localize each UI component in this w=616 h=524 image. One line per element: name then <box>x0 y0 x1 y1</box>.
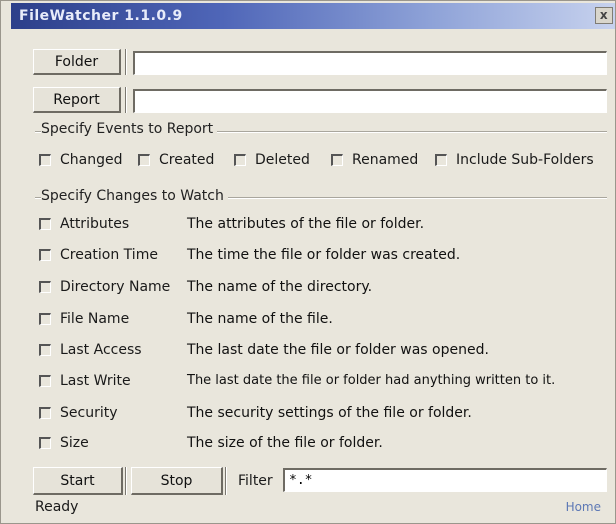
change-description: The time the file or folder was created. <box>187 247 461 263</box>
checkbox-box[interactable] <box>39 249 51 261</box>
app-window: FileWatcher 1.1.0.9 x Folder Report Spec… <box>0 0 616 524</box>
change-label: Last Write <box>60 373 131 389</box>
event-checkbox-include-subfolders[interactable]: Include Sub-Folders <box>435 152 594 168</box>
checkbox-box[interactable] <box>39 154 51 166</box>
title-bar: FileWatcher 1.1.0.9 x <box>11 3 615 29</box>
status-text: Ready <box>35 499 79 515</box>
change-label: Creation Time <box>60 247 158 263</box>
event-checkbox-renamed[interactable]: Renamed <box>331 152 418 168</box>
start-button[interactable]: Start <box>33 467 123 495</box>
change-checkbox-security[interactable]: Security <box>39 405 118 421</box>
change-label: Last Access <box>60 342 142 358</box>
event-label: Include Sub-Folders <box>456 152 594 168</box>
change-description: The name of the file. <box>187 311 333 327</box>
folder-button[interactable]: Folder <box>33 49 121 75</box>
event-label: Changed <box>60 152 123 168</box>
event-checkbox-deleted[interactable]: Deleted <box>234 152 310 168</box>
close-icon[interactable]: x <box>595 7 613 24</box>
checkbox-box[interactable] <box>39 407 51 419</box>
filter-input[interactable] <box>283 468 607 492</box>
stop-separator <box>225 467 227 495</box>
change-label: Security <box>60 405 118 421</box>
change-label: Directory Name <box>60 279 171 295</box>
change-description: The name of the directory. <box>187 279 373 295</box>
checkbox-box[interactable] <box>435 154 447 166</box>
checkbox-box[interactable] <box>39 375 51 387</box>
checkbox-box[interactable] <box>138 154 150 166</box>
change-label: File Name <box>60 311 130 327</box>
event-checkbox-created[interactable]: Created <box>138 152 214 168</box>
stop-button[interactable]: Stop <box>131 467 223 495</box>
checkbox-box[interactable] <box>39 281 51 293</box>
checkbox-box[interactable] <box>331 154 343 166</box>
events-group-label: Specify Events to Report <box>41 121 218 137</box>
change-label: Attributes <box>60 216 130 232</box>
folder-path-input[interactable] <box>133 51 607 75</box>
event-label: Renamed <box>352 152 419 168</box>
checkbox-box[interactable] <box>39 218 51 230</box>
home-link[interactable]: Home <box>566 500 601 514</box>
folder-separator <box>125 49 127 75</box>
change-checkbox-directory-name[interactable]: Directory Name <box>39 279 170 295</box>
event-label: Deleted <box>255 152 310 168</box>
change-checkbox-last-write[interactable]: Last Write <box>39 373 131 389</box>
change-label: Size <box>60 435 89 451</box>
report-button[interactable]: Report <box>33 87 121 113</box>
checkbox-box[interactable] <box>39 313 51 325</box>
change-checkbox-attributes[interactable]: Attributes <box>39 216 129 232</box>
checkbox-box[interactable] <box>234 154 246 166</box>
change-description: The last date the file or folder was ope… <box>187 342 489 358</box>
change-checkbox-last-access[interactable]: Last Access <box>39 342 142 358</box>
report-path-input[interactable] <box>133 89 607 113</box>
start-separator <box>125 467 127 495</box>
change-checkbox-file-name[interactable]: File Name <box>39 311 129 327</box>
checkbox-box[interactable] <box>39 437 51 449</box>
change-description: The size of the file or folder. <box>187 435 383 451</box>
event-checkbox-changed[interactable]: Changed <box>39 152 123 168</box>
event-label: Created <box>159 152 215 168</box>
change-description: The security settings of the file or fol… <box>187 405 472 421</box>
checkbox-box[interactable] <box>39 344 51 356</box>
filter-label: Filter <box>238 473 273 489</box>
change-checkbox-size[interactable]: Size <box>39 435 89 451</box>
change-description: The attributes of the file or folder. <box>187 216 425 232</box>
report-separator <box>125 87 127 113</box>
changes-group-label: Specify Changes to Watch <box>41 188 228 204</box>
window-title: FileWatcher 1.1.0.9 <box>19 8 183 24</box>
change-description: The last date the file or folder had any… <box>187 373 556 388</box>
change-checkbox-creation-time[interactable]: Creation Time <box>39 247 158 263</box>
